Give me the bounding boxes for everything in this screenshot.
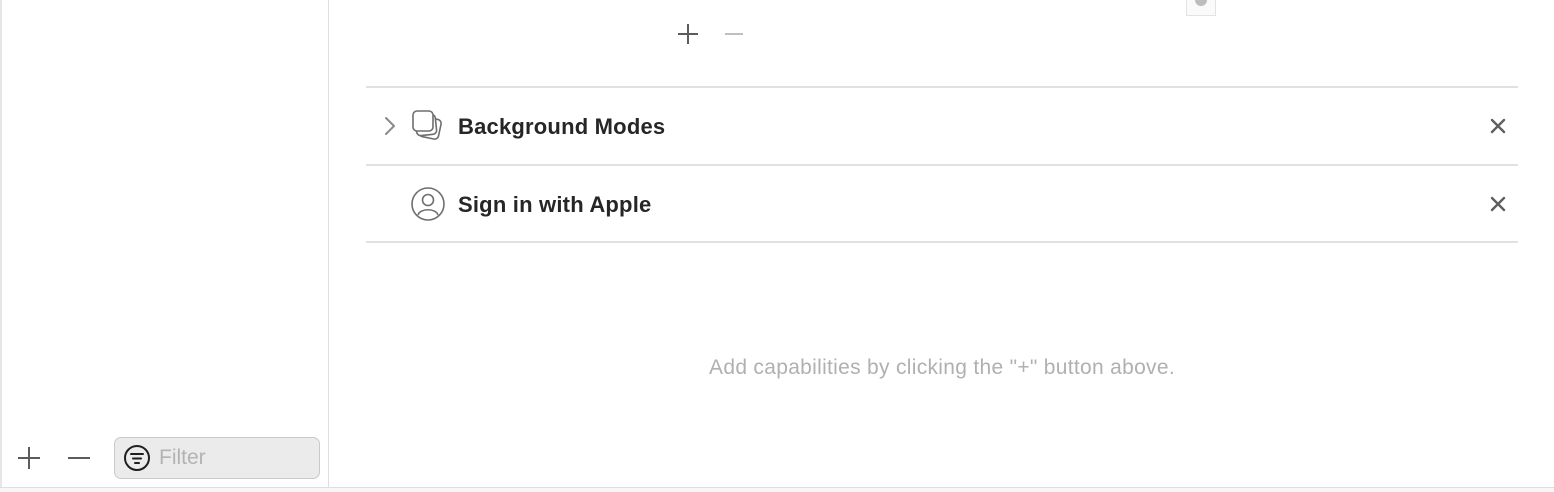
capability-title: Background Modes — [458, 114, 666, 139]
targets-sidebar — [0, 0, 329, 487]
close-icon[interactable] — [1486, 114, 1510, 138]
plus-icon — [678, 24, 698, 44]
filter-input[interactable] — [159, 446, 309, 470]
window-bottom-border — [0, 487, 1554, 492]
scroll-knob[interactable] — [1195, 0, 1207, 6]
minus-icon — [725, 33, 743, 35]
add-target-button[interactable] — [15, 444, 43, 472]
add-item-button[interactable] — [674, 20, 702, 48]
minus-icon — [68, 457, 90, 459]
close-icon[interactable] — [1486, 192, 1510, 216]
scrollbar[interactable] — [1186, 0, 1216, 16]
remove-target-button[interactable] — [65, 444, 93, 472]
separator — [366, 241, 1518, 243]
capabilities-pane: Background Modes Sign in with Apple Add … — [330, 0, 1554, 487]
capability-title: Sign in with Apple — [458, 192, 652, 217]
capability-row-sign-in-with-apple[interactable]: Sign in with Apple — [366, 166, 1518, 242]
filter-icon[interactable] — [123, 444, 151, 472]
chevron-right-icon[interactable] — [382, 114, 398, 138]
person-circle-icon — [410, 186, 446, 222]
stacked-squares-icon — [410, 108, 446, 144]
capability-row-background-modes[interactable]: Background Modes — [366, 88, 1518, 164]
plus-icon — [18, 447, 40, 469]
capabilities-editor: Background Modes Sign in with Apple — [0, 0, 1554, 492]
remove-item-button[interactable] — [720, 20, 748, 48]
filter-field[interactable] — [114, 437, 320, 479]
empty-hint: Add capabilities by clicking the "+" but… — [709, 356, 1175, 379]
